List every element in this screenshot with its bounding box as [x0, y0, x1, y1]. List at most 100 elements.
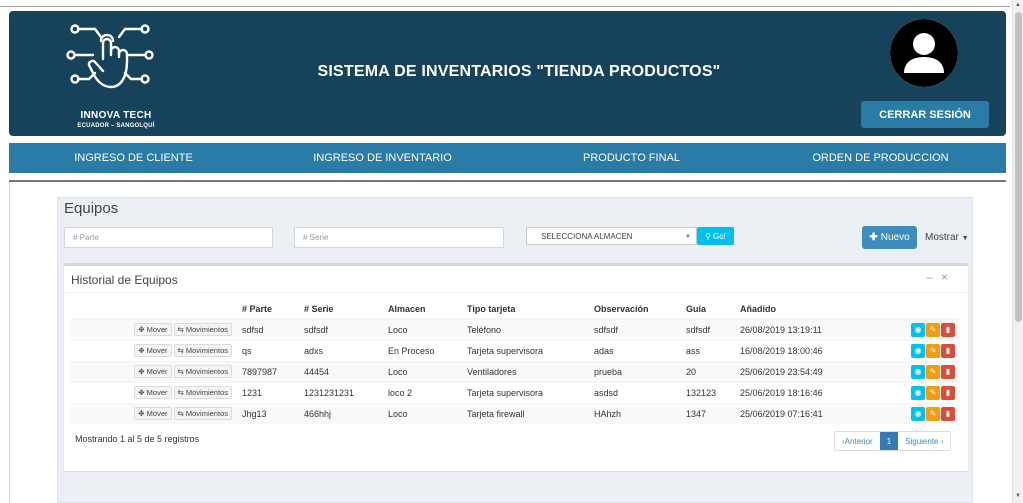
eye-icon[interactable]: ◉ — [911, 364, 925, 379]
cell-tipo: Tarjeta supervisora — [463, 339, 590, 361]
mover-button[interactable]: ✥ Mover — [134, 365, 172, 378]
close-icon[interactable]: × — [941, 270, 956, 284]
move-icon: ✥ — [138, 367, 145, 376]
cell-tipo: Teléfono — [463, 318, 590, 340]
caret-down-icon: ▼ — [961, 235, 969, 242]
col-parte: # Parte — [238, 299, 300, 320]
pencil-icon[interactable]: ✎ — [926, 364, 940, 379]
pencil-icon[interactable]: ✎ — [926, 343, 940, 358]
movimientos-label: Movimientos — [185, 325, 228, 335]
eye-icon[interactable]: ◉ — [911, 406, 925, 421]
almacen-select[interactable]: SELECCIONA ALMACEN ▼ — [526, 227, 697, 245]
parte-input[interactable]: # Parte — [64, 227, 273, 248]
logo-name: INNOVA TECH — [80, 110, 152, 121]
pencil-icon[interactable]: ✎ — [926, 322, 940, 337]
cell-serie: sdfsdf — [300, 318, 384, 340]
content-border — [9, 182, 10, 503]
content-divider — [9, 180, 1006, 182]
next-page-button[interactable]: Siguiente › — [898, 432, 950, 450]
nav-ingreso-cliente[interactable]: INGRESO DE CLIENTE — [9, 143, 258, 173]
nav-orden-produccion[interactable]: ORDEN DE PRODUCCION — [756, 143, 1005, 173]
movimientos-label: Movimientos — [185, 409, 228, 419]
table-header-row: # Parte # Serie Almacen Tipo tarjeta Obs… — [71, 299, 959, 320]
page-scrollbar[interactable]: ▲ ▼ — [1012, 0, 1023, 503]
col-serie: # Serie — [300, 299, 384, 320]
mover-button[interactable]: ✥ Mover — [134, 386, 172, 399]
eye-icon[interactable]: ◉ — [911, 322, 925, 337]
table-row: ✥ Mover ⇆ Movimientos qs adxs En Proceso Tarj… — [71, 339, 959, 361]
nuevo-label: Nuevo — [880, 232, 910, 243]
mover-label: Mover — [146, 367, 168, 376]
mover-label: Mover — [146, 409, 168, 419]
app-header: INNOVA TECH ECUADOR – SANGOLQUÍ SISTEMA … — [9, 11, 1006, 136]
movimientos-button[interactable]: ⇆ Movimientos — [173, 344, 232, 357]
move-icon: ✥ — [138, 346, 145, 355]
nuevo-button[interactable]: ✚ Nuevo — [862, 226, 917, 249]
movimientos-button[interactable]: ⇆ Movimientos — [173, 323, 232, 337]
movimientos-button[interactable]: ⇆ Movimientos — [173, 386, 232, 399]
box-separator — [64, 292, 968, 293]
cell-anadido: 16/08/2019 18:00:46 — [736, 339, 866, 361]
row-crud-actions: ◉ ✎ ▮ — [866, 381, 959, 403]
row-move-actions: ✥ Mover ⇆ Movimientos — [71, 339, 238, 361]
cell-almacen: Loco — [384, 360, 463, 382]
eye-icon[interactable]: ◉ — [911, 343, 925, 358]
nav-ingreso-inventario[interactable]: INGRESO DE INVENTARIO — [258, 143, 507, 173]
cell-parte: 7897987 — [238, 360, 300, 382]
row-move-actions: ✥ Mover ⇆ Movimientos — [71, 381, 238, 403]
col-guia: Guía — [682, 299, 736, 320]
prev-page-button[interactable]: ‹Anterior — [835, 432, 880, 450]
table-row: ✥ Mover ⇆ Movimientos 1231 1231231231 loco 2… — [71, 381, 959, 403]
scroll-up-arrow-icon[interactable]: ▲ — [1015, 2, 1021, 8]
trash-icon[interactable]: ▮ — [941, 322, 955, 337]
retweet-icon: ⇆ — [177, 325, 184, 335]
col-observacion: Observación — [590, 299, 682, 320]
row-crud-actions: ◉ ✎ ▮ — [866, 318, 959, 340]
cell-anadido: 25/06/2019 18:16:46 — [736, 381, 866, 403]
cell-guia: 1347 — [682, 402, 736, 424]
scroll-thumb[interactable] — [1015, 12, 1022, 322]
serie-input[interactable]: # Serie — [294, 227, 504, 248]
cell-serie: adxs — [300, 339, 384, 361]
trash-icon[interactable]: ▮ — [941, 406, 955, 421]
retweet-icon: ⇆ — [177, 388, 184, 397]
logout-button[interactable]: CERRAR SESIÓN — [861, 101, 989, 128]
movimientos-button[interactable]: ⇆ Movimientos — [173, 365, 232, 378]
col-almacen: Almacen — [384, 299, 463, 320]
equipos-table: # Parte # Serie Almacen Tipo tarjeta Obs… — [71, 299, 959, 424]
mostrar-dropdown[interactable]: Mostrar ▼ — [925, 232, 969, 243]
cell-serie: 1231231231 — [300, 381, 384, 403]
mover-button[interactable]: ✥ Mover — [134, 407, 172, 421]
col-actions-right — [866, 299, 959, 320]
trash-icon[interactable]: ▮ — [941, 385, 955, 400]
pencil-icon[interactable]: ✎ — [926, 406, 940, 421]
scroll-down-arrow-icon[interactable]: ▼ — [1015, 493, 1021, 499]
col-anadido: Añadido — [736, 299, 866, 320]
trash-icon[interactable]: ▮ — [941, 343, 955, 358]
movimientos-button[interactable]: ⇆ Movimientos — [173, 407, 232, 421]
innova-tech-logo: INNOVA TECH ECUADOR – SANGOLQUÍ — [61, 21, 161, 131]
table-info: Mostrando 1 al 5 de 5 registros — [75, 434, 200, 444]
chevron-down-icon: ▼ — [685, 234, 691, 240]
cell-obs: prueba — [590, 360, 682, 382]
go-button[interactable]: ⚲ Go! — [697, 227, 734, 245]
mover-button[interactable]: ✥ Mover — [134, 344, 172, 357]
trash-icon[interactable]: ▮ — [941, 364, 955, 379]
table-row: ✥ Mover ⇆ Movimientos sdfsd sdfsdf Loco Teléf… — [71, 318, 959, 340]
pencil-icon[interactable]: ✎ — [926, 385, 940, 400]
collapse-icon[interactable]: – — [926, 270, 941, 284]
retweet-icon: ⇆ — [177, 346, 184, 355]
cell-anadido: 25/06/2019 07:16:41 — [736, 402, 866, 424]
logo-location: ECUADOR – SANGOLQUÍ — [77, 123, 155, 129]
cell-serie: 466hhj — [300, 402, 384, 424]
cell-parte: qs — [238, 339, 300, 361]
eye-icon[interactable]: ◉ — [911, 385, 925, 400]
movimientos-label: Movimientos — [185, 367, 228, 376]
cell-obs: adas — [590, 339, 682, 361]
main-nav: INGRESO DE CLIENTE INGRESO DE INVENTARIO… — [9, 143, 1006, 173]
user-avatar[interactable] — [890, 19, 958, 87]
page-1-button[interactable]: 1 — [879, 432, 899, 450]
mover-button[interactable]: ✥ Mover — [134, 323, 172, 337]
equipos-panel: Equipos # Parte # Serie SELECCIONA ALMAC… — [57, 197, 973, 503]
nav-producto-final[interactable]: PRODUCTO FINAL — [507, 143, 756, 173]
